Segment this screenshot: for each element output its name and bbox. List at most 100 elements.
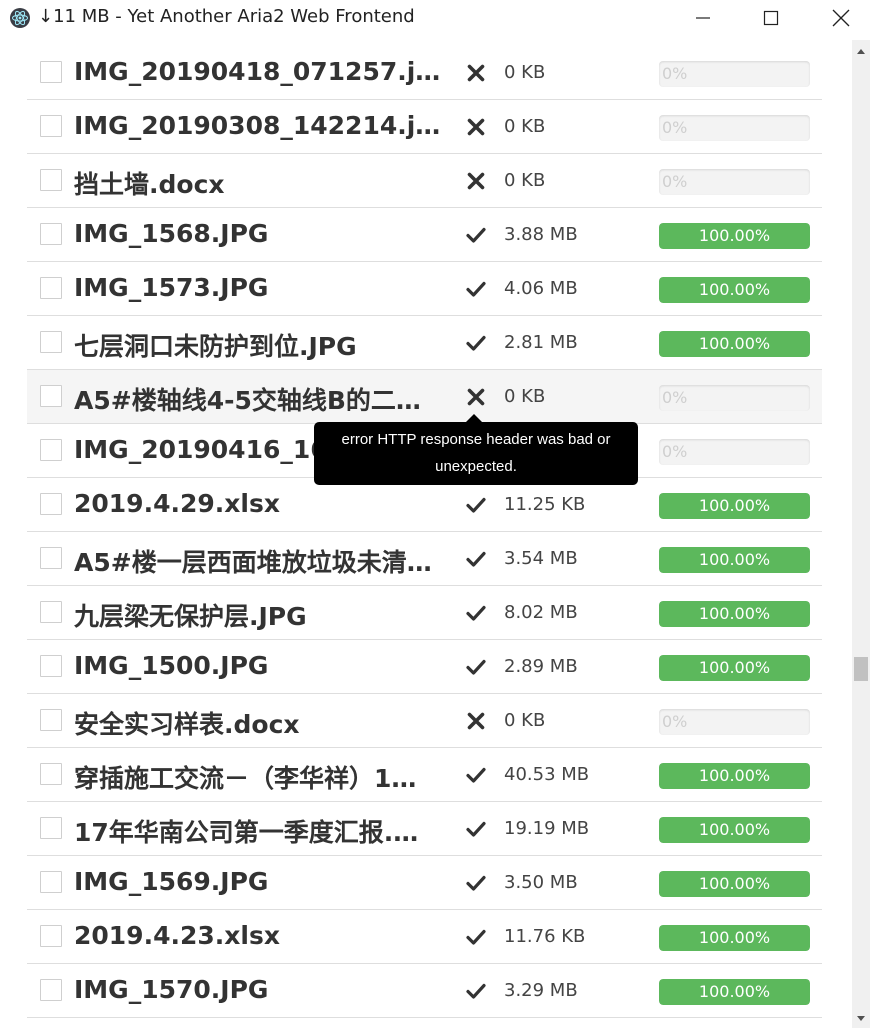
download-row[interactable]: IMG_1569.JPG 3.50 MB 100.00%	[27, 856, 822, 910]
download-row[interactable]: 17年华南公司第一季度汇报.… 19.19 MB 100.00%	[27, 802, 822, 856]
progress-text: 100.00%	[698, 496, 771, 515]
download-row[interactable]: 九层梁无保护层.JPG 8.02 MB 100.00%	[27, 586, 822, 640]
select-checkbox[interactable]	[40, 925, 62, 947]
check-icon[interactable]	[465, 872, 487, 894]
cross-icon[interactable]	[465, 386, 487, 408]
check-icon[interactable]	[465, 764, 487, 786]
progress-text: 100.00%	[698, 820, 771, 839]
select-checkbox[interactable]	[40, 331, 62, 353]
select-checkbox[interactable]	[40, 547, 62, 569]
progress-text: 100.00%	[698, 604, 771, 623]
progress-text: 0%	[662, 442, 688, 461]
check-icon[interactable]	[465, 278, 487, 300]
select-checkbox[interactable]	[40, 871, 62, 893]
file-name[interactable]: A5#楼一层西面堆放垃圾未清…	[74, 543, 442, 579]
file-name[interactable]: 2019.4.29.xlsx	[74, 489, 442, 518]
vertical-scrollbar[interactable]	[852, 40, 870, 1028]
check-icon[interactable]	[465, 602, 487, 624]
select-checkbox[interactable]	[40, 817, 62, 839]
download-row[interactable]: A5#楼一层西面堆放垃圾未清… 3.54 MB 100.00%	[27, 532, 822, 586]
cross-icon[interactable]	[465, 62, 487, 84]
file-name[interactable]: IMG_1570.JPG	[74, 975, 442, 1004]
progress-bar: 100.00%	[659, 331, 810, 357]
download-row[interactable]: 七层洞口未防护到位.JPG 2.81 MB 100.00%	[27, 316, 822, 370]
select-checkbox[interactable]	[40, 493, 62, 515]
select-checkbox[interactable]	[40, 61, 62, 83]
progress-text: 0%	[662, 172, 688, 191]
close-button[interactable]	[818, 0, 864, 36]
cross-icon[interactable]	[465, 116, 487, 138]
minimize-button[interactable]	[680, 0, 726, 36]
download-row[interactable]: IMG_1570.JPG 3.29 MB 100.00%	[27, 964, 822, 1018]
progress-bar: 0%	[659, 115, 810, 141]
file-name[interactable]: IMG_20190308_142214.jpg	[74, 111, 442, 140]
electron-icon	[10, 8, 30, 28]
scroll-thumb[interactable]	[854, 657, 868, 681]
check-icon[interactable]	[465, 980, 487, 1002]
select-checkbox[interactable]	[40, 115, 62, 137]
check-icon[interactable]	[465, 224, 487, 246]
file-name[interactable]: 17年华南公司第一季度汇报.…	[74, 813, 442, 849]
progress-text: 0%	[662, 712, 688, 731]
file-size: 0 KB	[504, 386, 546, 407]
progress-text: 100.00%	[698, 928, 771, 947]
select-checkbox[interactable]	[40, 655, 62, 677]
file-size: 0 KB	[504, 62, 546, 83]
download-row[interactable]: A5#楼轴线4-5交轴线B的二… 0 KB 0%	[27, 370, 822, 424]
select-checkbox[interactable]	[40, 223, 62, 245]
file-name[interactable]: IMG_1568.JPG	[74, 219, 442, 248]
progress-bar: 0%	[659, 709, 810, 735]
check-icon[interactable]	[465, 548, 487, 570]
download-row[interactable]: 穿插施工交流－（李华祥）1… 40.53 MB 100.00%	[27, 748, 822, 802]
file-name[interactable]: 穿插施工交流－（李华祥）1…	[74, 759, 442, 795]
file-name[interactable]: 挡土墙.docx	[74, 165, 442, 201]
download-row[interactable]: 挡土墙.docx 0 KB 0%	[27, 154, 822, 208]
download-row[interactable]: IMG_1573.JPG 4.06 MB 100.00%	[27, 262, 822, 316]
select-checkbox[interactable]	[40, 277, 62, 299]
progress-bar: 100.00%	[659, 493, 810, 519]
progress-text: 0%	[662, 388, 688, 407]
file-size: 4.06 MB	[504, 278, 578, 299]
select-checkbox[interactable]	[40, 601, 62, 623]
check-icon[interactable]	[465, 818, 487, 840]
close-icon	[832, 9, 850, 27]
check-icon[interactable]	[465, 926, 487, 948]
title-bar: ↓11 MB - Yet Another Aria2 Web Frontend	[0, 0, 870, 36]
file-name[interactable]: IMG_1569.JPG	[74, 867, 442, 896]
file-name[interactable]: A5#楼轴线4-5交轴线B的二…	[74, 381, 442, 417]
download-row[interactable]: 2019.4.29.xlsx 11.25 KB 100.00%	[27, 478, 822, 532]
file-name[interactable]: 九层梁无保护层.JPG	[74, 597, 442, 633]
progress-text: 100.00%	[698, 334, 771, 353]
scroll-down-arrow-icon[interactable]	[852, 1012, 870, 1026]
download-row[interactable]: IMG_20190418_071257.jpg 0 KB 0%	[27, 46, 822, 100]
select-checkbox[interactable]	[40, 385, 62, 407]
select-checkbox[interactable]	[40, 709, 62, 731]
progress-bar: 100.00%	[659, 655, 810, 681]
progress-text: 100.00%	[698, 874, 771, 893]
check-icon[interactable]	[465, 494, 487, 516]
file-size: 0 KB	[504, 116, 546, 137]
file-name[interactable]: 七层洞口未防护到位.JPG	[74, 327, 442, 363]
scroll-up-arrow-icon[interactable]	[852, 44, 870, 58]
download-row[interactable]: IMG_1500.JPG 2.89 MB 100.00%	[27, 640, 822, 694]
file-name[interactable]: IMG_1500.JPG	[74, 651, 442, 680]
file-name[interactable]: IMG_20190418_071257.jpg	[74, 57, 442, 86]
progress-bar: 100.00%	[659, 547, 810, 573]
check-icon[interactable]	[465, 656, 487, 678]
cross-icon[interactable]	[465, 710, 487, 732]
maximize-button[interactable]	[748, 0, 794, 36]
check-icon[interactable]	[465, 332, 487, 354]
download-row[interactable]: IMG_1568.JPG 3.88 MB 100.00%	[27, 208, 822, 262]
download-row[interactable]: IMG_20190308_142214.jpg 0 KB 0%	[27, 100, 822, 154]
file-name[interactable]: 2019.4.23.xlsx	[74, 921, 442, 950]
file-name[interactable]: IMG_1573.JPG	[74, 273, 442, 302]
file-name[interactable]: 安全实习样表.docx	[74, 705, 442, 741]
select-checkbox[interactable]	[40, 979, 62, 1001]
maximize-icon	[763, 10, 779, 26]
select-checkbox[interactable]	[40, 169, 62, 191]
select-checkbox[interactable]	[40, 439, 62, 461]
select-checkbox[interactable]	[40, 763, 62, 785]
cross-icon[interactable]	[465, 170, 487, 192]
download-row[interactable]: 2019.4.23.xlsx 11.76 KB 100.00%	[27, 910, 822, 964]
download-row[interactable]: 安全实习样表.docx 0 KB 0%	[27, 694, 822, 748]
